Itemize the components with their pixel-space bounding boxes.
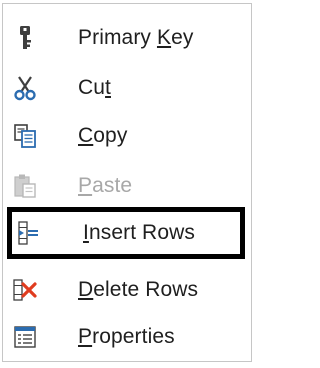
menu-item-insert-rows[interactable]: Insert Rows bbox=[7, 207, 245, 259]
menu-item-paste: Paste bbox=[3, 164, 251, 208]
insert-rows-icon bbox=[16, 221, 40, 245]
menu-item-label: Insert Rows bbox=[83, 221, 195, 244]
menu-item-primary-key[interactable]: Primary Key bbox=[3, 16, 251, 60]
menu-item-label: Cut bbox=[78, 76, 111, 99]
delete-rows-icon bbox=[13, 278, 37, 302]
menu-item-label: Primary Key bbox=[78, 26, 194, 49]
copy-icon bbox=[13, 124, 37, 148]
menu-item-label: Delete Rows bbox=[78, 278, 199, 301]
context-menu: Primary Key Cut Copy Paste Insert Rows D… bbox=[2, 3, 252, 362]
menu-item-delete-rows[interactable]: Delete Rows bbox=[3, 268, 251, 312]
primary-key-icon bbox=[13, 26, 37, 50]
menu-item-label: Copy bbox=[78, 124, 128, 147]
menu-item-label: Properties bbox=[78, 325, 175, 348]
menu-item-copy[interactable]: Copy bbox=[3, 114, 251, 158]
scissors-icon bbox=[13, 76, 37, 101]
menu-item-cut[interactable]: Cut bbox=[3, 66, 251, 110]
properties-icon bbox=[13, 325, 37, 349]
menu-item-properties[interactable]: Properties bbox=[3, 315, 251, 359]
menu-item-label: Paste bbox=[78, 174, 133, 197]
paste-icon bbox=[13, 174, 37, 198]
